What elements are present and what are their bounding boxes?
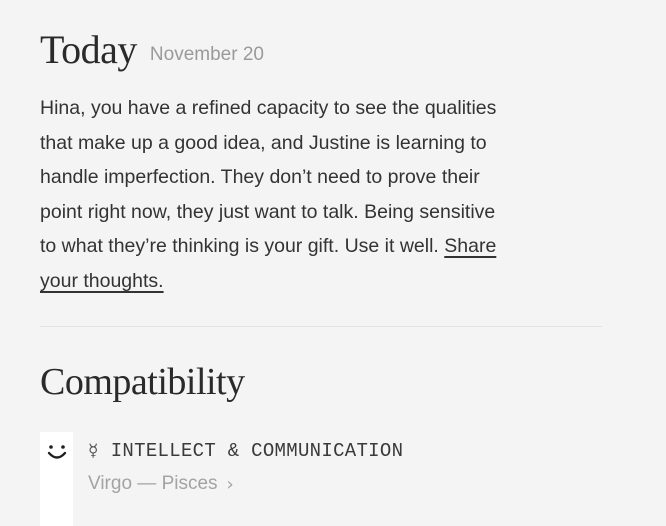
compatibility-item[interactable]: ☿ INTELLECT & COMMUNICATION Virgo — Pisc… — [0, 432, 666, 526]
today-title: Today — [40, 27, 137, 72]
share-thoughts-link[interactable]: your thoughts. — [40, 270, 164, 292]
reading-line: point right now, they just want to talk.… — [40, 200, 496, 223]
section-divider — [40, 326, 602, 327]
today-date: November 20 — [149, 44, 264, 65]
compatibility-title: Compatibility — [40, 361, 245, 403]
compatibility-heading: ☿ INTELLECT & COMMUNICATION — [88, 440, 403, 462]
reading-line: that make up a good idea, and Justine is… — [40, 131, 487, 154]
reading-line: to what they’re thinking is your gift. U… — [40, 229, 610, 264]
reading-line-text: to what they’re thinking is your gift. U… — [40, 235, 445, 258]
reading-line: Hina, you have a refined capacity to see… — [40, 97, 497, 119]
daily-reading-text: Hina, you have a refined capacity to see… — [40, 91, 610, 299]
compatibility-signs-link[interactable]: Virgo — Pisces › — [88, 473, 234, 495]
today-header: Today November 20 — [40, 26, 264, 73]
smile-icon — [47, 445, 67, 459]
compatibility-signs-label: Virgo — Pisces — [88, 473, 218, 494]
compatibility-heading-label: INTELLECT & COMMUNICATION — [110, 440, 404, 462]
mercury-icon: ☿ — [88, 441, 99, 461]
reading-line: handle imperfection. They don’t need to … — [40, 166, 480, 189]
reading-line: your thoughts. — [40, 264, 610, 299]
share-thoughts-link[interactable]: Share — [444, 235, 496, 257]
horoscope-card: Today November 20 Hina, you have a refin… — [0, 0, 666, 526]
chevron-right-icon: › — [226, 473, 234, 495]
